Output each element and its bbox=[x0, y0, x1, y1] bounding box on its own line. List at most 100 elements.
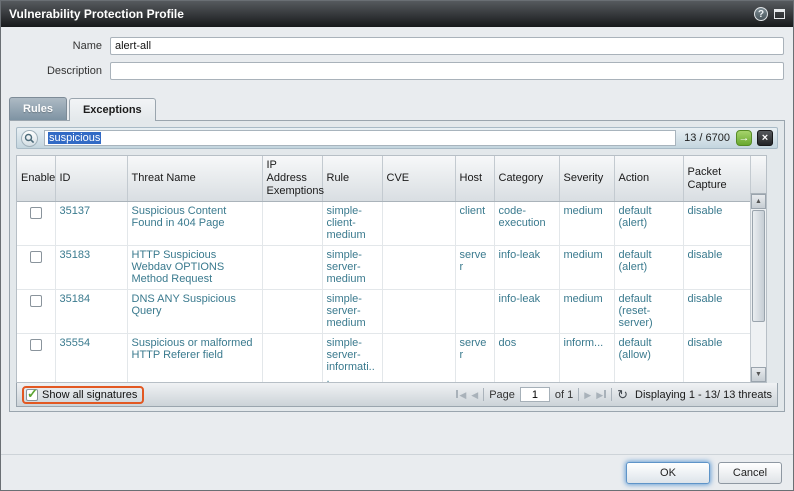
column-header-rule[interactable]: Rule bbox=[322, 156, 382, 202]
threat-table: EnableIDThreat NameIP Address Exemptions… bbox=[16, 155, 767, 383]
column-header-enable[interactable]: Enable bbox=[17, 156, 55, 202]
cell-threat-name[interactable]: DNS ANY Suspicious Query bbox=[127, 290, 262, 334]
displaying-status: Displaying 1 - 13/ 13 threats bbox=[635, 389, 772, 401]
cell-id: 35184 bbox=[55, 290, 127, 334]
vertical-scrollbar[interactable]: ▲ ▼ bbox=[750, 194, 766, 382]
prev-page-icon[interactable]: ◀ bbox=[471, 389, 478, 401]
cell-id: 35183 bbox=[55, 246, 127, 290]
cell-host: client bbox=[455, 202, 494, 246]
enable-cell bbox=[17, 334, 55, 384]
search-result-count: 13 / 6700 bbox=[684, 132, 730, 144]
tab-rules[interactable]: Rules bbox=[9, 97, 67, 120]
cell-id: 35137 bbox=[55, 202, 127, 246]
enable-cell bbox=[17, 290, 55, 334]
tab-exceptions[interactable]: Exceptions bbox=[69, 98, 156, 121]
threat-table-body: 35137Suspicious Content Found in 404 Pag… bbox=[17, 202, 752, 384]
cell-cve bbox=[382, 246, 455, 290]
cell-host: server bbox=[455, 246, 494, 290]
threat-table-header-row: EnableIDThreat NameIP Address Exemptions… bbox=[17, 156, 752, 202]
cell-rule: simple-client-medium bbox=[322, 202, 382, 246]
name-input[interactable] bbox=[110, 37, 784, 55]
column-header-host[interactable]: Host bbox=[455, 156, 494, 202]
table-row: 35137Suspicious Content Found in 404 Pag… bbox=[17, 202, 752, 246]
enable-checkbox[interactable] bbox=[30, 251, 42, 263]
cell-ip-address-exemptions bbox=[262, 290, 322, 334]
titlebar-icons: ? bbox=[754, 7, 785, 21]
cell-host: server bbox=[455, 334, 494, 384]
search-icon[interactable] bbox=[21, 130, 38, 147]
cell-severity: medium bbox=[559, 290, 614, 334]
refresh-icon[interactable]: ↻ bbox=[617, 388, 628, 401]
show-all-signatures-label: Show all signatures bbox=[42, 389, 137, 401]
column-header-ip-address-exemptions[interactable]: IP Address Exemptions bbox=[262, 156, 322, 202]
cell-severity: medium bbox=[559, 202, 614, 246]
apply-filter-button[interactable]: → bbox=[736, 130, 752, 146]
enable-checkbox[interactable] bbox=[30, 207, 42, 219]
cell-rule: simple-server-medium bbox=[322, 246, 382, 290]
cell-action: default (alert) bbox=[614, 202, 683, 246]
cancel-button[interactable]: Cancel bbox=[718, 462, 782, 484]
page-of-label: of 1 bbox=[555, 389, 573, 401]
cell-packet-capture: disable bbox=[683, 246, 752, 290]
dialog-title: Vulnerability Protection Profile bbox=[9, 7, 754, 21]
description-input[interactable] bbox=[110, 62, 784, 80]
column-header-category[interactable]: Category bbox=[494, 156, 559, 202]
magnifier-glyph bbox=[24, 133, 35, 144]
tab-bar: Rules Exceptions bbox=[9, 97, 793, 120]
cell-packet-capture: disable bbox=[683, 334, 752, 384]
cell-threat-name[interactable]: HTTP Suspicious Webdav OPTIONS Method Re… bbox=[127, 246, 262, 290]
ok-button[interactable]: OK bbox=[626, 462, 710, 484]
cell-host bbox=[455, 290, 494, 334]
cell-severity: inform... bbox=[559, 334, 614, 384]
table-row: 35183HTTP Suspicious Webdav OPTIONS Meth… bbox=[17, 246, 752, 290]
enable-checkbox[interactable] bbox=[30, 339, 42, 351]
column-header-threat-name[interactable]: Threat Name bbox=[127, 156, 262, 202]
cell-action: default (allow) bbox=[614, 334, 683, 384]
column-header-action[interactable]: Action bbox=[614, 156, 683, 202]
cell-threat-name[interactable]: Suspicious or malformed HTTP Referer fie… bbox=[127, 334, 262, 384]
profile-form: Name Description bbox=[1, 27, 793, 91]
cell-packet-capture: disable bbox=[683, 202, 752, 246]
cell-category: dos bbox=[494, 334, 559, 384]
cell-threat-name[interactable]: Suspicious Content Found in 404 Page bbox=[127, 202, 262, 246]
pager-divider bbox=[578, 388, 579, 401]
cell-ip-address-exemptions bbox=[262, 202, 322, 246]
cell-severity: medium bbox=[559, 246, 614, 290]
exceptions-panel: suspicious 13 / 6700 → × EnableIDThreat … bbox=[9, 120, 785, 412]
column-header-cve[interactable]: CVE bbox=[382, 156, 455, 202]
column-header-packet-capture[interactable]: Packet Capture bbox=[683, 156, 752, 202]
pager-divider bbox=[611, 388, 612, 401]
enable-checkbox[interactable] bbox=[30, 295, 42, 307]
show-all-signatures-checkbox[interactable]: ✓ bbox=[26, 389, 38, 401]
cell-action: default (alert) bbox=[614, 246, 683, 290]
dialog-titlebar: Vulnerability Protection Profile ? bbox=[1, 1, 793, 27]
scroll-up-icon[interactable]: ▲ bbox=[751, 194, 766, 209]
table-footer: ✓ Show all signatures ◀ ◀ Page of 1 ▶ ▶ … bbox=[16, 383, 778, 407]
cell-rule: simple-server-informati... bbox=[322, 334, 382, 384]
clear-filter-button[interactable]: × bbox=[757, 130, 773, 146]
description-label: Description bbox=[10, 65, 110, 77]
scrollbar-thumb[interactable] bbox=[752, 210, 765, 322]
annotation-highlight: ✓ Show all signatures bbox=[22, 386, 144, 404]
scroll-down-icon[interactable]: ▼ bbox=[751, 367, 766, 382]
check-icon: ✓ bbox=[27, 386, 38, 402]
table-row: 35554Suspicious or malformed HTTP Refere… bbox=[17, 334, 752, 384]
next-page-icon[interactable]: ▶ bbox=[584, 389, 591, 401]
search-bar: suspicious 13 / 6700 → × bbox=[16, 127, 778, 149]
column-header-id[interactable]: ID bbox=[55, 156, 127, 202]
cell-cve bbox=[382, 290, 455, 334]
column-header-severity[interactable]: Severity bbox=[559, 156, 614, 202]
page-number-input[interactable] bbox=[520, 387, 550, 402]
pagination-bar: ◀ ◀ Page of 1 ▶ ▶ ↻ Displaying 1 - 13/ 1… bbox=[456, 387, 772, 402]
search-text: suspicious bbox=[48, 132, 101, 144]
help-icon[interactable]: ? bbox=[754, 7, 768, 21]
cell-packet-capture: disable bbox=[683, 290, 752, 334]
enable-cell bbox=[17, 202, 55, 246]
popout-window-icon[interactable] bbox=[774, 9, 785, 19]
first-page-icon[interactable]: ◀ bbox=[456, 389, 466, 401]
cell-cve bbox=[382, 334, 455, 384]
last-page-icon[interactable]: ▶ bbox=[596, 389, 606, 401]
search-input[interactable]: suspicious bbox=[44, 130, 676, 146]
dialog-footer: OK Cancel bbox=[1, 454, 793, 490]
cell-action: default (reset-server) bbox=[614, 290, 683, 334]
